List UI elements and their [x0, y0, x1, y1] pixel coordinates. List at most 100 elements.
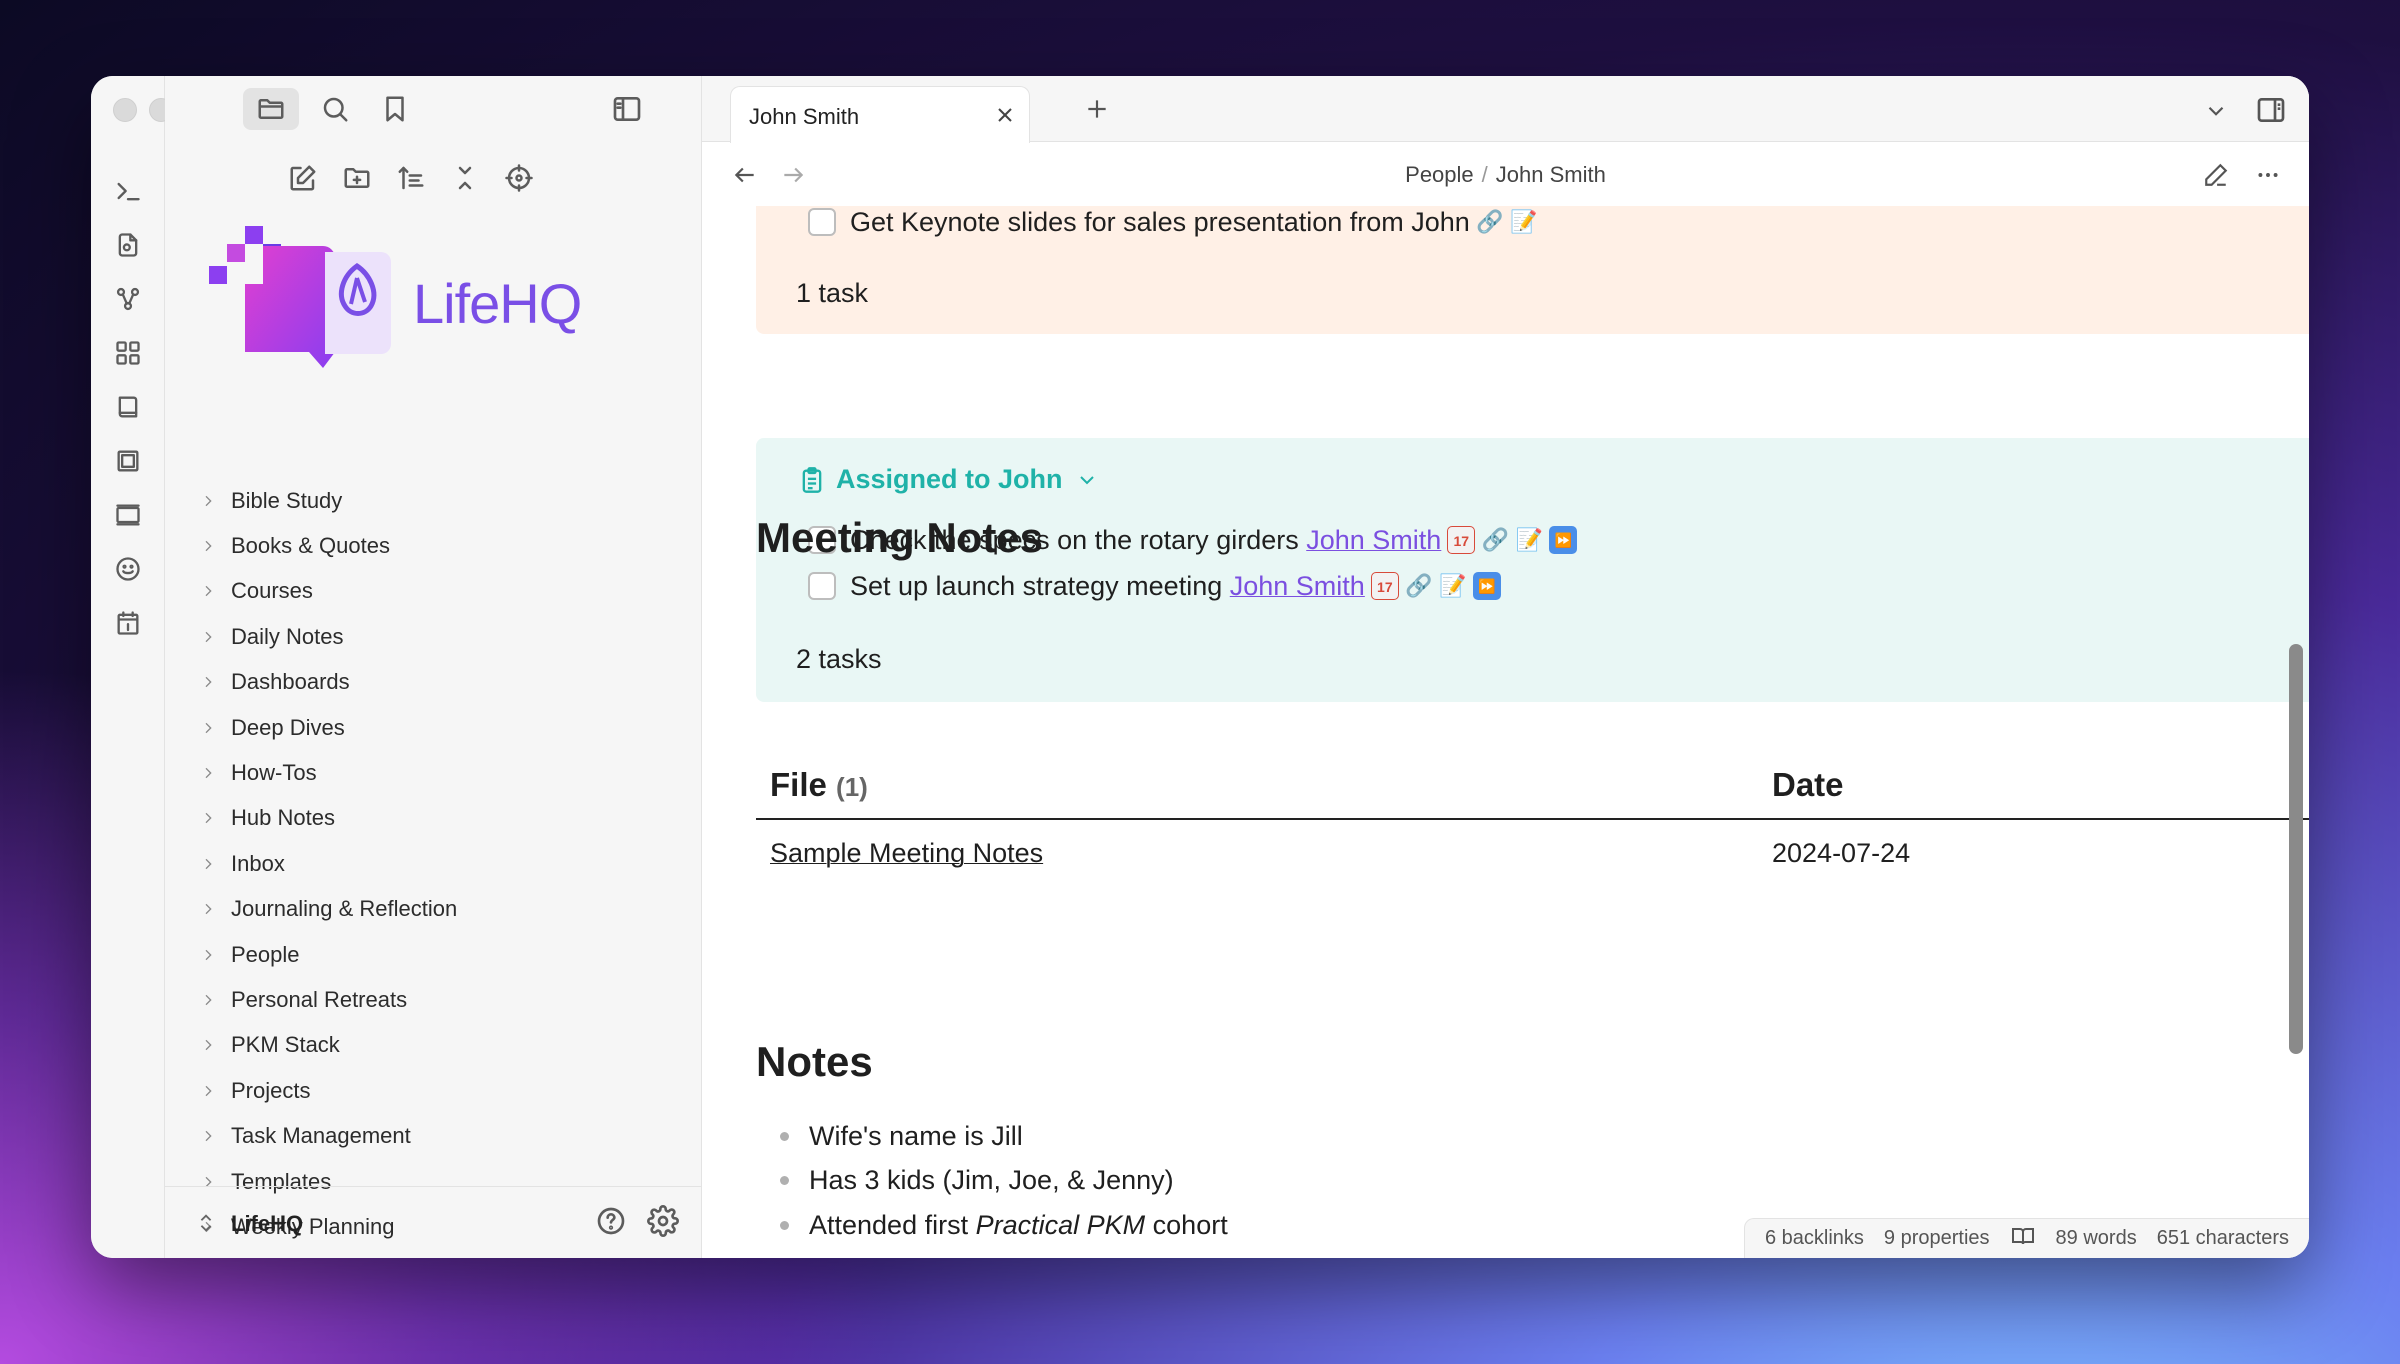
person-link[interactable]: John Smith [1230, 571, 1365, 602]
reveal-active-file-icon[interactable] [501, 156, 537, 200]
breadcrumb-note[interactable]: John Smith [1496, 162, 1606, 187]
folder-item[interactable]: Deep Dives [195, 705, 665, 750]
search-tab-button[interactable] [307, 88, 363, 130]
notes-heading: Notes [756, 1038, 873, 1085]
meeting-note-link[interactable]: Sample Meeting Notes [770, 838, 1043, 869]
view-header: People / John Smith [702, 142, 2309, 206]
folder-item[interactable]: How-Tos [195, 750, 665, 795]
folder-item[interactable]: Task Management [195, 1113, 665, 1158]
chevron-right-icon [195, 809, 221, 827]
tab-bar: John Smith [702, 76, 2309, 143]
task-count: 1 task [796, 278, 869, 308]
command-palette-icon[interactable] [108, 164, 148, 218]
vault-switcher-bar: LifeHQ [165, 1186, 701, 1258]
new-folder-icon[interactable] [339, 156, 375, 200]
character-count: 651 characters [2156, 1227, 2289, 1249]
folder-item[interactable]: Projects [195, 1068, 665, 1113]
folder-item[interactable]: PKM Stack [195, 1023, 665, 1068]
chevron-right-icon [195, 537, 221, 555]
vault-name[interactable]: LifeHQ [231, 1211, 303, 1237]
tab-john-smith[interactable]: John Smith [730, 86, 1030, 143]
folder-item[interactable]: Bible Study [195, 478, 665, 523]
settings-gear-icon[interactable] [647, 1205, 679, 1242]
folder-item[interactable]: People [195, 932, 665, 977]
layout-icon[interactable] [108, 488, 148, 542]
close-window-button[interactable] [113, 98, 137, 122]
list-item-text: Attended first [809, 1209, 969, 1240]
assigned-heading[interactable]: Assigned to John [798, 464, 1099, 495]
clipboard-icon [802, 466, 822, 493]
more-options-icon[interactable] [2255, 162, 2281, 193]
chevron-right-icon [195, 1036, 221, 1054]
tasks-from-john-block: Get Keynote slides for sales presentatio… [756, 206, 2309, 334]
tab-title: John Smith [749, 104, 860, 129]
folder-label: Projects [231, 1077, 311, 1103]
task-count: 2 tasks [796, 644, 882, 674]
task-text: Get Keynote slides for sales presentatio… [850, 206, 1470, 237]
breadcrumb-separator: / [1481, 162, 1488, 187]
folder-item[interactable]: Journaling & Reflection [195, 887, 665, 932]
help-icon[interactable] [595, 1205, 627, 1242]
canvas-icon[interactable] [108, 326, 148, 380]
italic-text: Practical PKM [975, 1209, 1146, 1240]
edit-pencil-icon[interactable] [2203, 162, 2229, 193]
book-icon[interactable] [108, 380, 148, 434]
folder-item[interactable]: Dashboards [195, 660, 665, 705]
reading-view-book-icon[interactable] [2010, 1224, 2036, 1254]
folder-item[interactable]: Personal Retreats [195, 977, 665, 1022]
link-emoji-icon: 🔗 [1405, 573, 1433, 598]
folder-label: Inbox [231, 850, 285, 876]
breadcrumb-folder[interactable]: People [1405, 162, 1474, 187]
file-count: (1) [836, 772, 868, 802]
folder-item[interactable]: Daily Notes [195, 614, 665, 659]
bookmarks-tab-button[interactable] [367, 88, 423, 130]
backlinks-count[interactable]: 6 backlinks [1765, 1227, 1864, 1250]
breadcrumb: People / John Smith [702, 162, 2309, 188]
folder-label: Dashboards [231, 669, 350, 695]
ribbon-actions [91, 164, 165, 650]
sort-icon[interactable] [393, 156, 429, 200]
folder-item[interactable]: Inbox [195, 841, 665, 886]
ribbon [91, 76, 209, 1258]
memo-emoji-icon: 📝 [1510, 209, 1538, 234]
column-header-file[interactable]: File (1) [770, 766, 868, 804]
collapse-all-icon[interactable] [447, 156, 483, 200]
person-link[interactable]: John Smith [1306, 525, 1441, 556]
list-item-suffix: cohort [1145, 1209, 1228, 1240]
toggle-right-sidebar-icon[interactable] [2255, 94, 2287, 131]
folder-label: Books & Quotes [231, 533, 390, 559]
sidebar-header [165, 76, 701, 142]
folder-item[interactable]: Hub Notes [195, 796, 665, 841]
new-note-icon[interactable] [285, 156, 321, 200]
chevron-right-icon [195, 900, 221, 918]
list-item: Wife's name is Jill [780, 1114, 1228, 1159]
open-quick-switcher-icon[interactable] [108, 218, 148, 272]
folder-tree: Bible Study Books & Quotes Courses Daily No… [195, 478, 665, 1250]
new-tab-icon[interactable] [1084, 96, 1110, 127]
task-checkbox[interactable] [808, 572, 836, 600]
folder-label: Hub Notes [231, 805, 335, 831]
folder-label: People [231, 941, 300, 967]
properties-count[interactable]: 9 properties [1884, 1227, 1990, 1250]
collapse-sidebar-button[interactable] [599, 88, 655, 130]
graph-view-icon[interactable] [108, 272, 148, 326]
memo-emoji-icon: 📝 [1515, 527, 1544, 552]
vault-switcher-icon[interactable] [195, 1211, 217, 1240]
chevron-right-icon [195, 673, 221, 691]
folder-label: Deep Dives [231, 714, 345, 740]
column-header-date[interactable]: Date [1772, 766, 1844, 804]
table-divider [756, 818, 2309, 820]
files-tab-button[interactable] [243, 88, 299, 130]
calendar-icon[interactable] [108, 596, 148, 650]
list-item: Attended first Practical PKM cohort [780, 1203, 1228, 1248]
slides-icon[interactable] [108, 434, 148, 488]
folder-item[interactable]: Courses [195, 569, 665, 614]
scrollbar-thumb[interactable] [2289, 644, 2303, 1054]
tab-list-chevron-down-icon[interactable] [2203, 98, 2229, 129]
folder-item[interactable]: Books & Quotes [195, 523, 665, 568]
task-checkbox[interactable] [808, 208, 836, 236]
word-count: 89 words [2055, 1227, 2137, 1249]
note-content: Get Keynote slides for sales presentatio… [756, 206, 2309, 1258]
close-tab-icon[interactable] [993, 103, 1017, 132]
smiley-icon[interactable] [108, 542, 148, 596]
